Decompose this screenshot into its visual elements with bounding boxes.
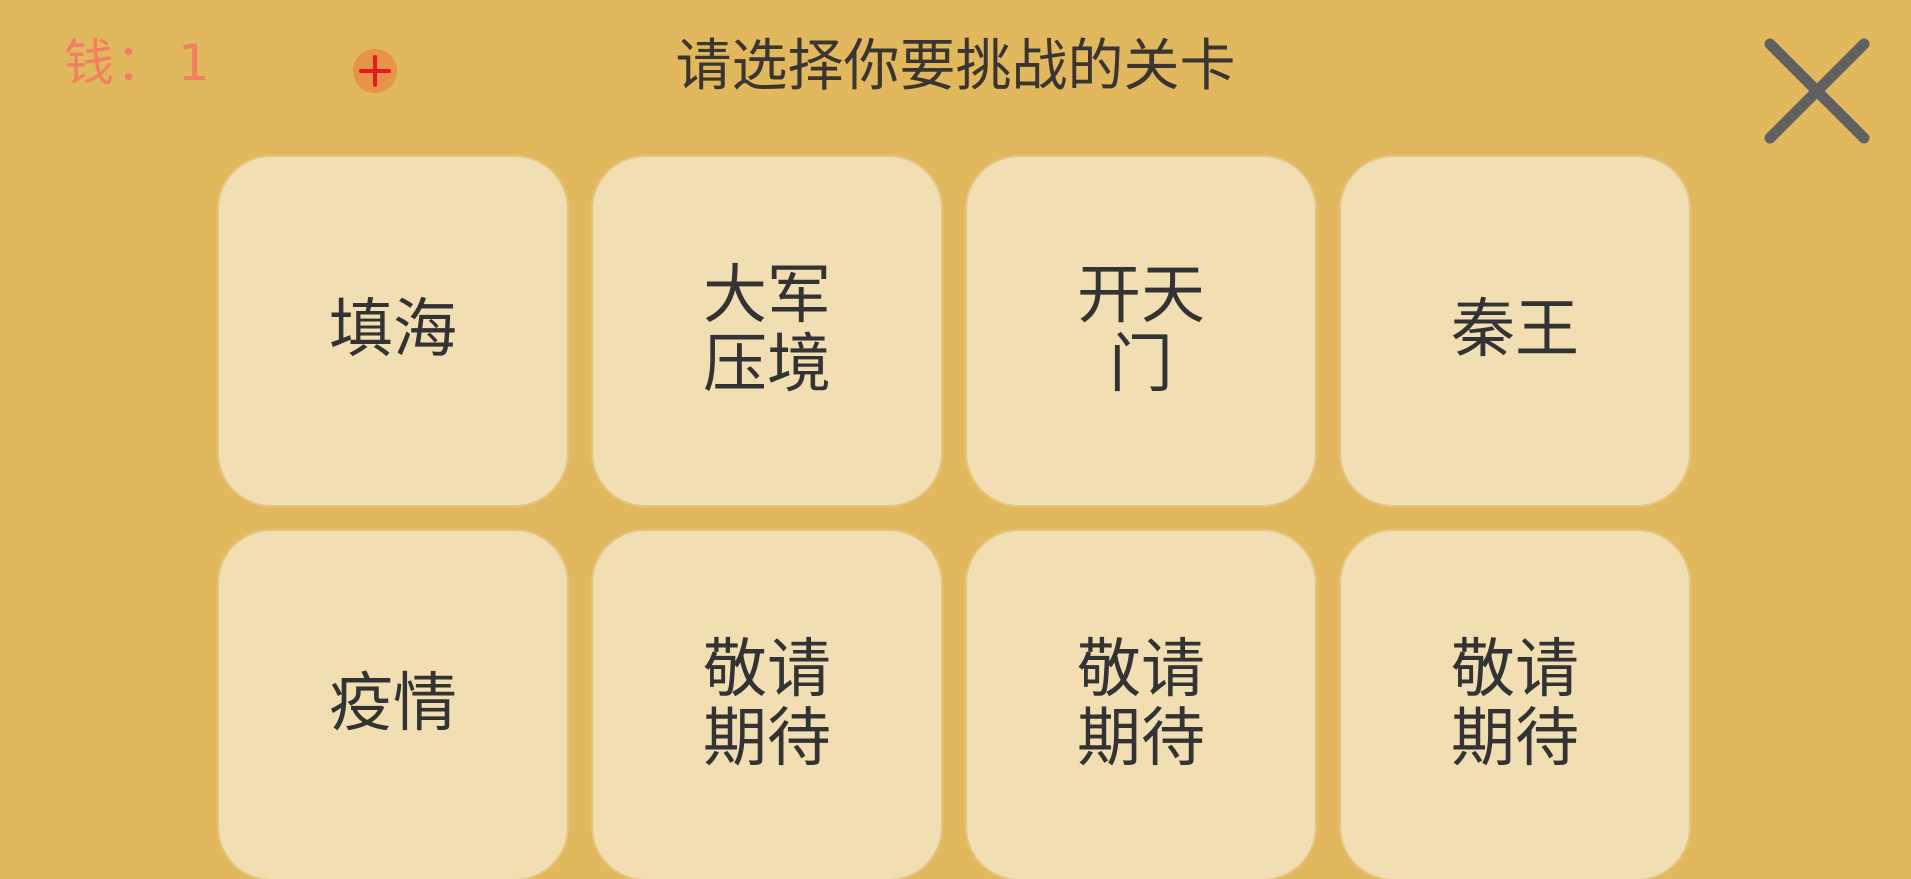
level-tile-3[interactable]: 开天门 — [967, 157, 1315, 505]
close-icon — [1764, 38, 1870, 144]
level-label: 疫情 — [328, 667, 457, 742]
close-button[interactable] — [1762, 36, 1872, 146]
level-label: 敬请期待 — [1450, 632, 1579, 776]
level-label: 填海 — [328, 293, 457, 368]
level-tile-2[interactable]: 大军压境 — [593, 157, 941, 505]
level-label: 秦王 — [1450, 293, 1579, 368]
level-tile-coming-soon-2[interactable]: 敬请期待 — [967, 531, 1315, 879]
level-tile-coming-soon-1[interactable]: 敬请期待 — [593, 531, 941, 879]
level-tile-5[interactable]: 疫情 — [219, 531, 567, 879]
level-label: 敬请期待 — [1076, 632, 1205, 776]
level-tile-coming-soon-3[interactable]: 敬请期待 — [1341, 531, 1689, 879]
level-grid: 填海 大军压境 开天门 秦王 疫情 敬请期待 敬请期待 敬请期待 — [219, 157, 1689, 879]
page-title: 请选择你要挑战的关卡 — [675, 34, 1236, 99]
level-label: 大军压境 — [702, 258, 831, 402]
level-tile-1[interactable]: 填海 — [219, 157, 567, 505]
level-tile-4[interactable]: 秦王 — [1341, 157, 1689, 505]
level-label: 敬请期待 — [702, 632, 831, 776]
level-label: 开天门 — [1076, 258, 1205, 402]
